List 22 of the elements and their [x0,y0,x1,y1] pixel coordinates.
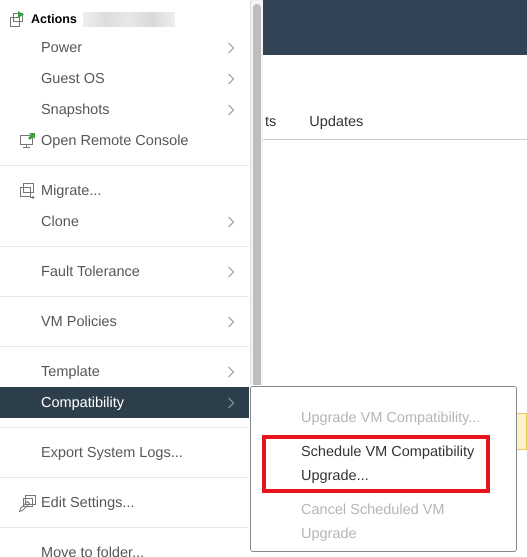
menu-item[interactable]: Snapshots [0,94,249,125]
menu-item[interactable]: VM Policies [0,306,249,337]
vm-actions-icon [9,10,25,28]
remote-console-icon [19,132,36,149]
menu-item[interactable]: Compatibility [0,387,249,418]
menu-item[interactable]: Template [0,356,249,387]
menu-item[interactable]: Edit Settings... [0,487,249,518]
menu-item[interactable]: Power [0,32,249,63]
edit-settings-icon [19,494,37,512]
menu-item[interactable]: Clone [0,206,249,237]
menu-item[interactable]: Guest OS [0,63,249,94]
submenu-item[interactable]: Schedule VM Compatibility Upgrade... [262,435,490,493]
menu-item[interactable]: Migrate... [0,175,249,206]
tab[interactable]: ts [262,110,276,139]
menu-item[interactable]: Fault Tolerance [0,256,249,287]
menu-item[interactable]: Move to folder... [0,537,249,557]
migrate-icon [19,182,35,199]
scrollbar[interactable] [250,0,263,385]
menu-title: Actions [31,12,77,26]
tab[interactable]: Updates [306,110,364,139]
menu-item[interactable]: Open Remote Console [0,125,249,156]
menu-item[interactable]: Export System Logs... [0,437,249,468]
